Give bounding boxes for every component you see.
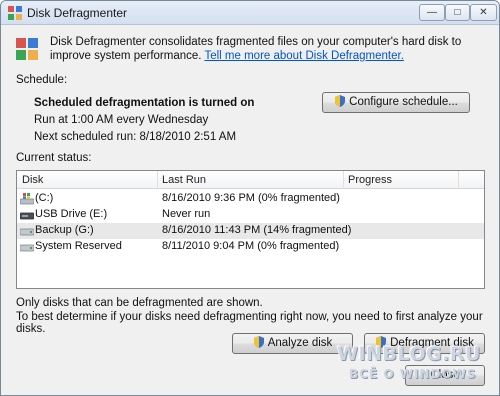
- watermark-tagline: ВСЁ О WINDOWS: [349, 367, 477, 381]
- column-header-disk[interactable]: Disk: [22, 174, 43, 186]
- schedule-run-time: Run at 1:00 AM every Wednesday: [34, 114, 209, 126]
- column-header-last-run[interactable]: Last Run: [162, 174, 206, 186]
- disk-list[interactable]: Disk Last Run Progress (C:) 8/16/2010 9:…: [16, 170, 485, 289]
- disk-name: USB Drive (E:): [35, 208, 108, 220]
- watermark-site: WINBLOG.RU: [337, 343, 481, 365]
- column-divider[interactable]: [157, 171, 158, 189]
- disk-row-g[interactable]: Backup (G:) 8/16/2010 11:43 PM (14% frag…: [17, 223, 484, 239]
- schedule-label: Schedule:: [16, 74, 68, 86]
- disk-row-e[interactable]: USB Drive (E:) Never run: [17, 207, 484, 223]
- watermark: WINBLOG.RU ВСЁ О WINDOWS: [335, 340, 499, 395]
- disk-name: Backup (G:): [35, 224, 94, 236]
- disk-row-c[interactable]: (C:) 8/16/2010 9:36 PM (0% fragmented): [17, 191, 484, 207]
- defragmenter-app-icon: [8, 6, 22, 20]
- defragmenter-header-icon: [16, 38, 38, 60]
- hard-drive-icon: [20, 244, 34, 252]
- close-icon: ✕: [479, 7, 488, 18]
- column-divider[interactable]: [458, 171, 459, 189]
- column-header-progress[interactable]: Progress: [348, 174, 392, 186]
- close-window-button[interactable]: ✕: [470, 4, 497, 21]
- usb-drive-icon: [20, 212, 34, 220]
- schedule-next-run: Next scheduled run: 8/18/2010 2:51 AM: [34, 131, 237, 143]
- intro-description: Disk Defragmenter consolidates fragmente…: [50, 35, 490, 63]
- notes-analyze-hint: To best determine if your disks need def…: [16, 311, 483, 335]
- schedule-status: Scheduled defragmentation is turned on: [34, 97, 255, 109]
- uac-shield-icon: [335, 95, 346, 107]
- analyze-disk-label: Analyze disk: [267, 337, 333, 349]
- disk-defragmenter-window: Disk Defragmenter — □ ✕ Disk Defragmente…: [0, 0, 500, 396]
- minimize-icon: —: [427, 7, 437, 18]
- disk-name: System Reserved: [35, 240, 122, 252]
- window-title: Disk Defragmenter: [27, 6, 128, 20]
- disk-last-run: Never run: [162, 208, 211, 220]
- configure-schedule-label: Configure schedule...: [349, 96, 458, 108]
- configure-schedule-button[interactable]: Configure schedule...: [322, 92, 470, 113]
- notes-shown-disks: Only disks that can be defragmented are …: [16, 297, 263, 309]
- maximize-icon: □: [454, 7, 461, 18]
- uac-shield-icon: [253, 336, 264, 348]
- current-status-label: Current status:: [16, 152, 92, 164]
- disk-last-run: 8/16/2010 11:43 PM (14% fragmented): [162, 224, 352, 236]
- disk-name: (C:): [35, 192, 54, 204]
- minimize-button[interactable]: —: [419, 4, 445, 21]
- disk-list-header: Disk Last Run Progress: [17, 171, 484, 189]
- windows-drive-icon: [20, 193, 34, 205]
- column-divider[interactable]: [343, 171, 344, 189]
- title-bar[interactable]: Disk Defragmenter — □ ✕: [1, 1, 499, 25]
- disk-last-run: 8/11/2010 9:04 PM (0% fragmented): [162, 240, 340, 252]
- learn-more-link[interactable]: Tell me more about Disk Defragmenter.: [204, 50, 403, 62]
- disk-last-run: 8/16/2010 9:36 PM (0% fragmented): [162, 192, 340, 204]
- hard-drive-icon: [20, 228, 34, 236]
- maximize-button[interactable]: □: [445, 4, 470, 21]
- disk-row-system-reserved[interactable]: System Reserved 8/11/2010 9:04 PM (0% fr…: [17, 239, 484, 255]
